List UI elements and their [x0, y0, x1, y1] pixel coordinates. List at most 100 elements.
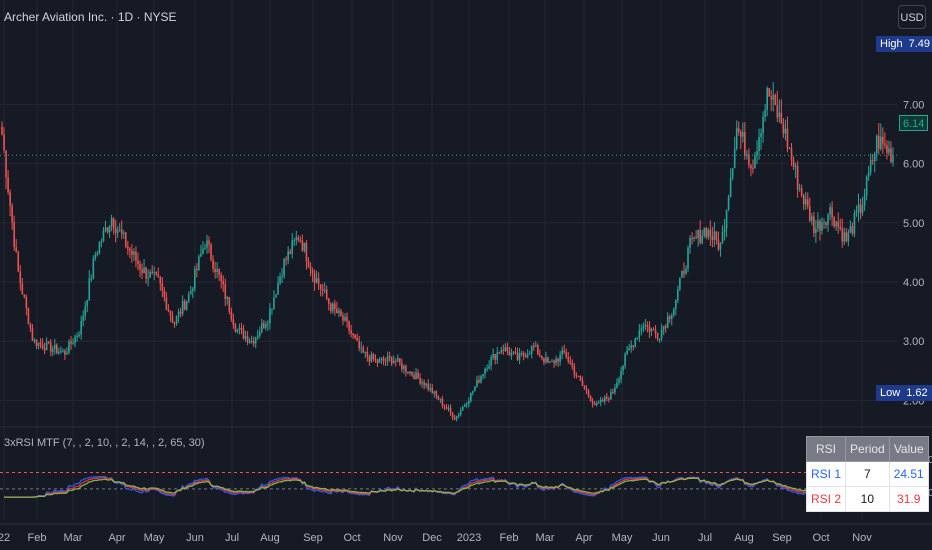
candle-body: [332, 303, 334, 312]
indicator-label[interactable]: 3xRSI MTF (7, , 2, 10, , 2, 14, , 2, 65,…: [4, 437, 205, 449]
candle-body: [366, 351, 369, 357]
candle-body: [5, 150, 7, 178]
candle-body: [581, 380, 584, 386]
candle-body: [640, 328, 643, 331]
candle-body: [861, 205, 864, 213]
candle-body: [737, 128, 740, 133]
candle-body: [118, 229, 121, 231]
candle-body: [177, 311, 180, 317]
candle-body: [754, 155, 756, 169]
candle-body: [346, 316, 348, 322]
candle-body: [575, 374, 578, 377]
candle-body: [425, 383, 427, 386]
candle-body: [329, 303, 332, 312]
candle-body: [80, 321, 82, 335]
rsi2-period: 10: [845, 486, 890, 512]
candle-body: [620, 370, 622, 379]
candle-body: [788, 147, 791, 149]
table-row: RSI 2 10 31.9: [805, 486, 929, 512]
rsi1-period: 7: [845, 461, 890, 487]
candle-body: [711, 236, 714, 241]
candle-body: [431, 387, 434, 394]
candle-body: [53, 344, 56, 350]
candle-body: [610, 392, 612, 400]
candle-body: [421, 382, 423, 384]
y-tick-label: 7.00: [903, 99, 924, 111]
candle-body: [455, 416, 458, 420]
candle-body: [701, 235, 704, 243]
candle-body: [656, 333, 659, 340]
candle-body: [311, 269, 314, 274]
candle-body: [802, 195, 805, 205]
candle-body: [746, 154, 748, 156]
candle-body: [127, 247, 129, 249]
candle-body: [437, 395, 440, 400]
candle-body: [236, 329, 239, 332]
x-tick-label: Dec: [422, 532, 442, 544]
candle-body: [273, 297, 275, 309]
candle-body: [407, 371, 409, 374]
price-axis[interactable]: 2.003.004.005.006.007.00: [903, 99, 924, 407]
candle-body: [1, 126, 3, 135]
candle-body: [733, 148, 736, 169]
candle-body: [579, 376, 582, 381]
y-tick-label: 4.00: [903, 277, 924, 289]
candle-body: [825, 222, 827, 226]
candle-body: [9, 192, 11, 206]
candle-body: [228, 297, 231, 312]
candle-body: [502, 349, 505, 351]
candle-body: [563, 350, 566, 353]
candle-body: [281, 275, 283, 277]
candle-body: [196, 268, 198, 270]
candle-body: [116, 230, 119, 233]
x-tick-label: Aug: [734, 532, 754, 544]
candle-body: [472, 391, 474, 393]
candle-body: [658, 338, 661, 340]
candle-body: [394, 360, 397, 362]
candle-body: [721, 231, 724, 243]
candle-body: [571, 363, 574, 367]
candle-body: [488, 365, 490, 369]
candle-body: [841, 228, 844, 242]
candle-body: [295, 237, 298, 241]
candle-body: [675, 300, 677, 309]
candle-body: [131, 250, 133, 255]
candle-body: [55, 344, 58, 354]
candle-body: [319, 284, 322, 290]
candle-body: [33, 339, 36, 341]
candle-body: [882, 136, 884, 144]
candle-body: [677, 289, 679, 301]
candle-body: [112, 218, 115, 229]
currency-button[interactable]: USD: [898, 5, 926, 29]
candle-body: [104, 227, 107, 231]
x-tick-label: Aug: [260, 532, 280, 544]
candle-body: [7, 177, 9, 193]
candle-body: [760, 133, 762, 137]
candle-body: [603, 397, 606, 402]
chart-canvas[interactable]: 2.003.004.005.006.007.00 100.000.0000 22…: [0, 0, 932, 550]
candle-body: [122, 232, 125, 234]
candle-body: [352, 333, 354, 335]
candle-body: [528, 353, 531, 355]
candle-body: [15, 247, 18, 252]
candle-body: [510, 352, 513, 356]
candle-body: [679, 277, 681, 290]
time-axis[interactable]: 22 Feb Mar Apr May Jun Jul Aug Sep Oct Nov Dec 2023 F…: [0, 532, 872, 544]
candle-body: [490, 357, 492, 366]
candle-body: [212, 259, 214, 269]
candle-body: [204, 247, 206, 249]
candle-body: [742, 131, 744, 137]
x-tick-label: Feb: [28, 532, 47, 544]
candle-body: [313, 273, 316, 283]
candle-body: [336, 308, 338, 314]
candle-body: [731, 168, 734, 178]
candle-body: [494, 353, 496, 360]
candle-body: [709, 229, 712, 237]
candle-body: [386, 356, 389, 361]
candle-body: [465, 404, 468, 406]
candle-body: [577, 376, 580, 378]
rsi-header-cell: RSI: [805, 436, 847, 462]
candle-body: [543, 358, 545, 363]
candle-body: [831, 207, 833, 218]
candle-body: [457, 414, 460, 417]
